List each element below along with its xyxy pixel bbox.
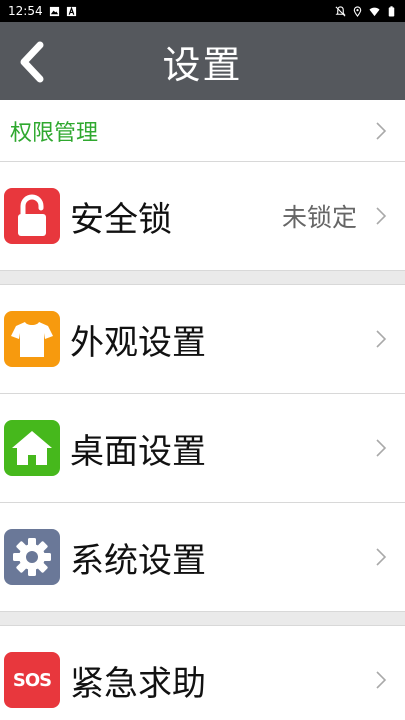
permissions-row[interactable]: 权限管理 — [0, 100, 405, 162]
status-bar: 12:54 — [0, 0, 405, 22]
title-bar: 设置 — [0, 22, 405, 100]
system-settings-row[interactable]: 系统设置 — [0, 503, 405, 612]
status-bar-right — [335, 5, 397, 17]
chevron-left-icon — [20, 41, 44, 83]
lock-icon-tile — [4, 188, 60, 244]
a-badge-icon — [66, 6, 76, 16]
security-lock-row[interactable]: 安全锁 未锁定 — [0, 162, 405, 271]
section-divider — [0, 271, 405, 285]
battery-icon — [388, 5, 395, 17]
location-icon — [353, 5, 362, 17]
chevron-right-icon — [376, 121, 387, 140]
sos-icon: SOS — [12, 669, 52, 691]
notifications-off-icon — [335, 5, 346, 16]
appearance-settings-label: 外观设置 — [70, 322, 206, 363]
page-title: 设置 — [162, 42, 243, 87]
sos-icon-tile: SOS — [4, 652, 60, 708]
permissions-label: 权限管理 — [10, 120, 99, 146]
lock-icon — [18, 194, 46, 236]
chevron-right-icon — [376, 330, 387, 348]
clock: 12:54 — [8, 4, 43, 18]
back-button[interactable] — [12, 40, 52, 84]
wifi-icon — [369, 7, 380, 16]
home-icon-tile — [4, 420, 60, 476]
chevron-right-icon — [376, 207, 387, 225]
emergency-help-row[interactable]: SOS 紧急求助 — [0, 626, 405, 720]
tshirt-icon — [11, 322, 53, 357]
emergency-help-label: 紧急求助 — [70, 663, 206, 704]
tshirt-icon-tile — [4, 311, 60, 367]
image-icon — [49, 6, 59, 16]
gear-icon — [13, 538, 51, 576]
security-lock-label: 安全锁 — [70, 199, 172, 240]
desktop-settings-row[interactable]: 桌面设置 — [0, 394, 405, 503]
status-bar-left: 12:54 — [8, 4, 77, 18]
system-settings-label: 系统设置 — [70, 540, 206, 581]
security-lock-status: 未锁定 — [281, 203, 357, 232]
gear-icon-tile — [4, 529, 60, 585]
home-icon — [12, 431, 52, 465]
chevron-right-icon — [376, 671, 387, 689]
section-divider — [0, 612, 405, 626]
chevron-right-icon — [376, 548, 387, 566]
appearance-settings-row[interactable]: 外观设置 — [0, 285, 405, 394]
desktop-settings-label: 桌面设置 — [70, 431, 206, 472]
chevron-right-icon — [376, 439, 387, 457]
